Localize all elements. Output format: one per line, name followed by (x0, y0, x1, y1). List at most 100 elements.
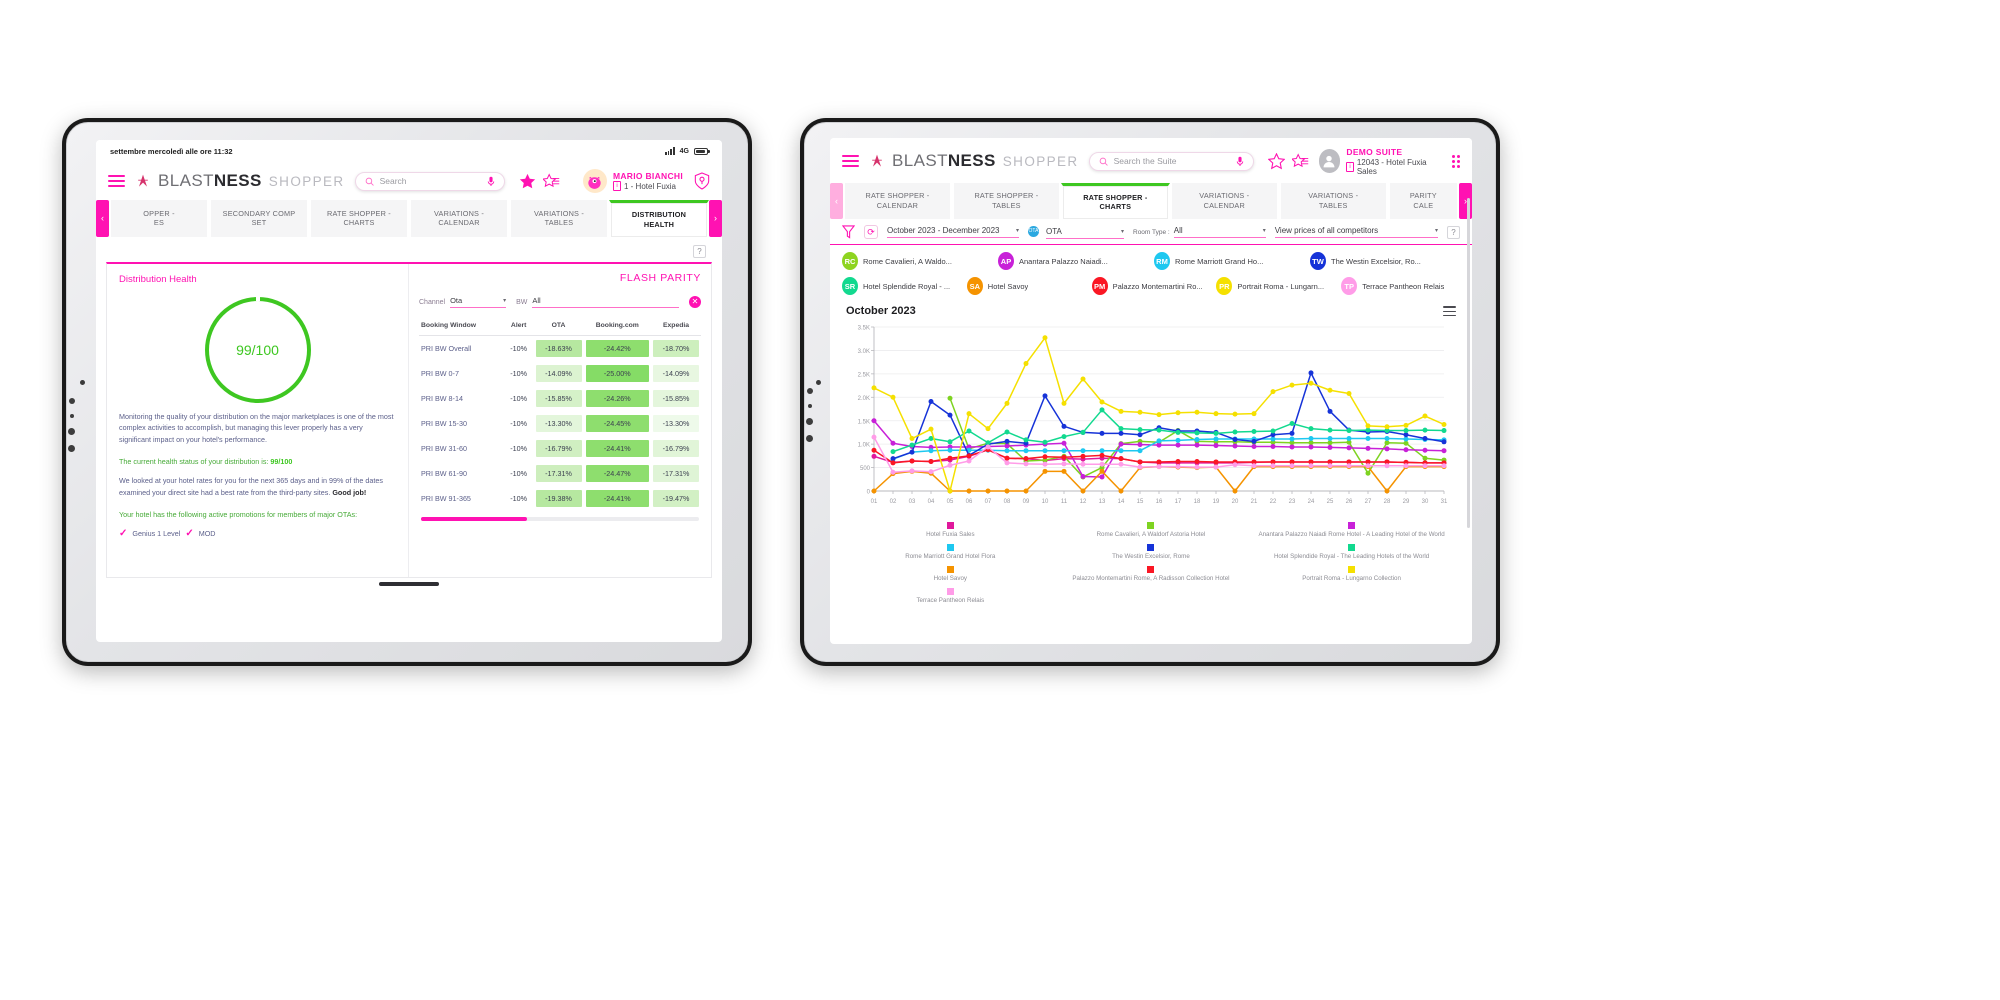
chart-data-point[interactable] (1213, 459, 1219, 465)
tab-rate-shopper-tables[interactable]: RATE SHOPPER - TABLES (951, 182, 1061, 220)
chart-data-point[interactable] (928, 469, 934, 475)
table-row[interactable]: PRI BW Overall -10% -18.63% -24.42% -18.70% (419, 335, 701, 361)
chart-data-point[interactable] (1137, 442, 1143, 448)
date-range-filter[interactable]: October 2023 - December 2023 ▾ (887, 226, 1019, 239)
competitor-chip[interactable]: PR Portrait Roma - Lungarn... (1216, 277, 1335, 296)
chart-data-point[interactable] (1232, 443, 1238, 449)
chart-data-point[interactable] (1403, 428, 1409, 434)
legend-item[interactable]: Portrait Roma - Lungarno Collection (1251, 566, 1452, 582)
chart-data-point[interactable] (1422, 436, 1428, 442)
chart-data-point[interactable] (1175, 459, 1181, 465)
chart-data-point[interactable] (909, 458, 915, 464)
chart-data-point[interactable] (1194, 464, 1200, 470)
chart-data-point[interactable] (1004, 443, 1010, 449)
chart-data-point[interactable] (1289, 444, 1295, 450)
competitor-chip[interactable]: TW The Westin Excelsior, Ro... (1310, 252, 1460, 271)
chart-data-point[interactable] (1023, 361, 1029, 367)
chart-data-point[interactable] (1118, 488, 1124, 494)
chart-data-point[interactable] (1080, 430, 1086, 436)
chart-data-point[interactable] (985, 426, 991, 432)
microphone-icon[interactable] (487, 176, 495, 187)
chart-data-point[interactable] (1042, 393, 1048, 399)
legend-item[interactable]: Anantara Palazzo Naiadi Rome Hotel - A L… (1251, 522, 1452, 538)
chart-data-point[interactable] (1099, 453, 1105, 459)
chart-data-point[interactable] (1365, 423, 1371, 429)
star-filled-icon[interactable] (519, 173, 536, 190)
channel-filter[interactable]: OTA OTA ▾ (1028, 225, 1124, 239)
room-type-select[interactable]: All ▾ (1173, 226, 1266, 239)
logo[interactable]: BLASTNESS SHOPPER (135, 171, 345, 191)
chart-data-point[interactable] (1042, 469, 1048, 475)
table-row[interactable]: PRI BW 61-90 -10% -17.31% -24.47% -17.31% (419, 461, 701, 486)
user-profile[interactable]: MARIO BIANCHI i 1 - Hotel Fuxia (582, 169, 710, 193)
legend-item[interactable]: Hotel Savoy (850, 566, 1051, 582)
chart-data-point[interactable] (1289, 431, 1295, 437)
chart-data-point[interactable] (1156, 427, 1162, 433)
room-type-filter[interactable]: Room Type : All ▾ (1133, 226, 1266, 239)
chart-data-point[interactable] (966, 428, 972, 434)
competitor-chip[interactable]: SR Hotel Splendide Royal - ... (842, 277, 961, 296)
chart-data-point[interactable] (1175, 438, 1181, 444)
chart-data-point[interactable] (1061, 461, 1067, 467)
chart-data-point[interactable] (966, 453, 972, 459)
chart-data-point[interactable] (1327, 445, 1333, 451)
chart-data-point[interactable] (1023, 448, 1029, 454)
chart-data-point[interactable] (1213, 436, 1219, 442)
chart-data-point[interactable] (871, 434, 877, 440)
chart-data-point[interactable] (1194, 442, 1200, 448)
channel-select[interactable]: Ota ▾ (450, 296, 507, 308)
chart-data-point[interactable] (985, 444, 991, 450)
user-profile[interactable]: DEMO SUITE i 12043 - Hotel Fuxia Sales (1318, 147, 1460, 176)
chart-data-point[interactable] (1403, 447, 1409, 453)
chart-data-point[interactable] (1384, 463, 1390, 469)
chart-data-point[interactable] (1403, 423, 1409, 429)
chart-data-point[interactable] (1194, 410, 1200, 416)
competitor-chip[interactable]: AP Anantara Palazzo Naiadi... (998, 252, 1148, 271)
star-list-icon[interactable] (1291, 153, 1309, 170)
chart-data-point[interactable] (1023, 456, 1029, 462)
chart-data-point[interactable] (1099, 399, 1105, 405)
chart-data-point[interactable] (1251, 429, 1257, 435)
chart-data-point[interactable] (1308, 381, 1314, 387)
chart-data-point[interactable] (1061, 441, 1067, 447)
chart-data-point[interactable] (1004, 456, 1010, 462)
chart-data-point[interactable] (1251, 444, 1257, 450)
chart-data-point[interactable] (1042, 440, 1048, 446)
chart-data-point[interactable] (985, 488, 991, 494)
chart-data-point[interactable] (1422, 448, 1428, 454)
side-buttons[interactable] (806, 388, 813, 442)
chart-data-point[interactable] (890, 449, 896, 455)
chart-data-point[interactable] (890, 441, 896, 447)
chart-data-point[interactable] (1175, 464, 1181, 470)
chart-data-point[interactable] (1308, 436, 1314, 442)
chart-data-point[interactable] (1308, 370, 1314, 376)
chart-data-point[interactable] (1232, 429, 1238, 435)
tab-rate-shopper-charts[interactable]: RATE SHOPPER - CHARTS (1060, 182, 1170, 220)
chart-data-point[interactable] (1156, 438, 1162, 444)
chart-data-point[interactable] (1023, 461, 1029, 467)
chart-data-point[interactable] (1042, 462, 1048, 468)
grid-apps-icon[interactable] (1452, 154, 1460, 168)
hamburger-icon[interactable] (842, 155, 859, 168)
chart-data-point[interactable] (871, 454, 877, 460)
logo[interactable]: BLASTNESS SHOPPER (869, 151, 1079, 171)
chart-data-point[interactable] (1213, 411, 1219, 417)
chart-data-point[interactable] (1061, 401, 1067, 407)
table-row[interactable]: PRI BW 91-365 -10% -19.38% -24.41% -19.47% (419, 486, 701, 511)
tab-secondary-comp-set[interactable]: SECONDARY COMP SET (209, 200, 309, 237)
chart-data-point[interactable] (966, 458, 972, 464)
tabs-next-button[interactable]: › (709, 200, 722, 237)
search-input[interactable]: Search the Suite (1088, 151, 1254, 171)
chart-data-point[interactable] (1213, 431, 1219, 437)
chart-data-point[interactable] (947, 488, 953, 494)
chart-data-point[interactable] (1042, 448, 1048, 454)
chart-data-point[interactable] (928, 448, 934, 454)
chart-data-point[interactable] (1137, 427, 1143, 433)
chart-data-point[interactable] (1289, 421, 1295, 427)
chart-data-point[interactable] (947, 448, 953, 454)
chart-data-point[interactable] (1080, 448, 1086, 454)
chart-data-point[interactable] (1365, 446, 1371, 452)
chart-data-point[interactable] (1080, 488, 1086, 494)
tabs-prev-button[interactable]: ‹ (830, 182, 843, 220)
chart-data-point[interactable] (1118, 431, 1124, 437)
